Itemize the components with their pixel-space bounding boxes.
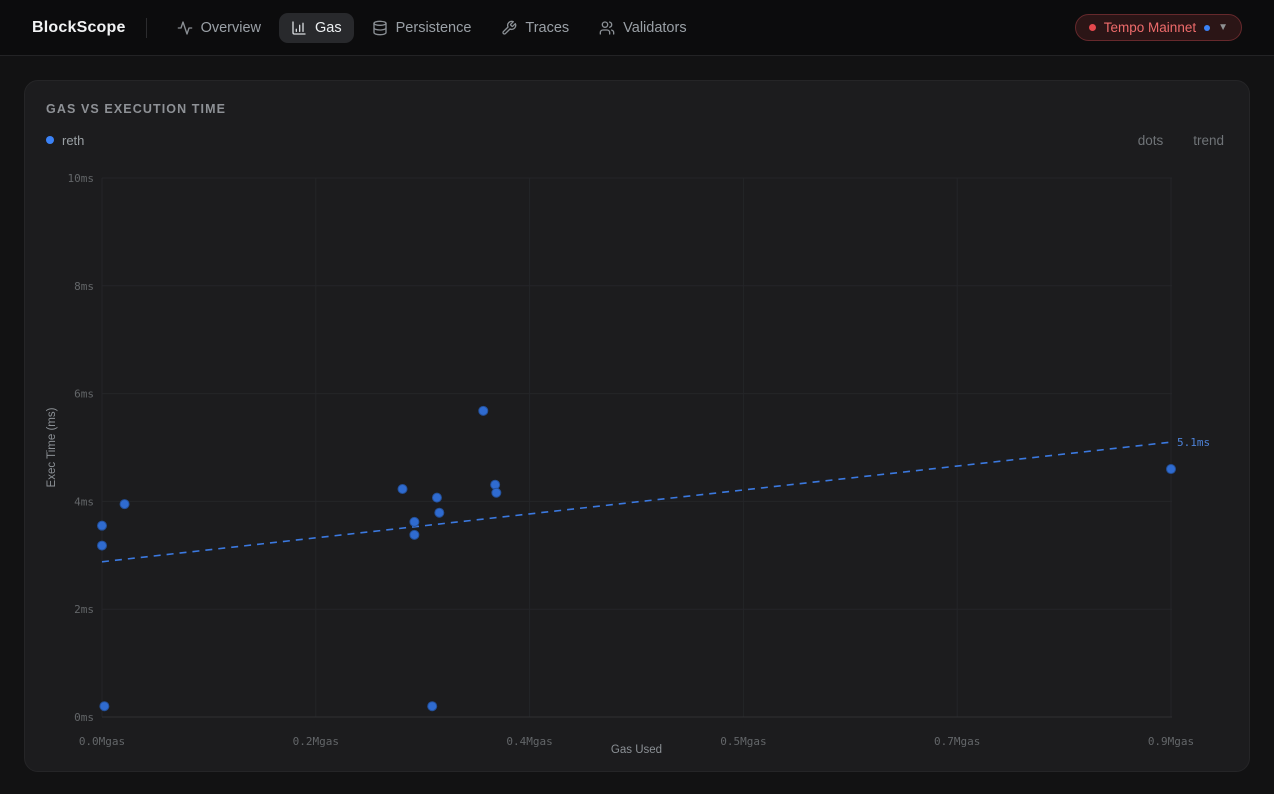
main-nav: Overview Gas Persistence Traces Validato… <box>165 12 699 43</box>
caret-down-icon: ▼ <box>1218 21 1228 33</box>
x-tick-label: 0.7Mgas <box>934 735 980 748</box>
nav-divider <box>145 17 147 38</box>
top-navbar: BlockScope Overview Gas Persistence Trac… <box>0 0 1274 56</box>
y-tick-label: 10ms <box>68 172 95 185</box>
network-name: Tempo Mainnet <box>1103 20 1197 35</box>
users-icon <box>599 20 615 36</box>
trend-value-label: 5.1ms <box>1177 436 1210 449</box>
scatter-point[interactable] <box>427 701 438 712</box>
scatter-point[interactable] <box>97 540 107 551</box>
scatter-point[interactable] <box>431 492 442 503</box>
nav-item-overview[interactable]: Overview <box>165 13 273 43</box>
x-tick-label: 0.9Mgas <box>1148 735 1194 748</box>
toggle-dots[interactable]: dots <box>1134 131 1168 150</box>
scatter-point[interactable] <box>434 507 445 518</box>
card-title: GAS VS EXECUTION TIME <box>46 102 227 116</box>
x-tick-label: 0.5Mgas <box>720 735 766 748</box>
scatter-point[interactable] <box>409 529 420 540</box>
database-icon <box>372 20 388 36</box>
y-tick-label: 8ms <box>74 280 94 293</box>
gas-vs-exec-time-card: GAS VS EXECUTION TIME reth dots trend 5.… <box>24 80 1250 772</box>
nav-item-validators[interactable]: Validators <box>587 13 698 43</box>
x-tick-label: 0.0Mgas <box>79 735 125 748</box>
y-tick-label: 4ms <box>74 495 94 508</box>
scatter-point[interactable] <box>397 484 408 495</box>
toggle-trend[interactable]: trend <box>1189 131 1228 150</box>
nav-item-label: Overview <box>200 19 262 36</box>
nav-item-label: Gas <box>315 19 342 36</box>
y-tick-label: 2ms <box>74 603 94 616</box>
nav-item-persistence[interactable]: Persistence <box>360 13 484 43</box>
scatter-point[interactable] <box>99 701 110 712</box>
legend-row: reth dots trend <box>46 130 1228 150</box>
scatter-point[interactable] <box>1166 464 1176 475</box>
nav-item-label: Persistence <box>395 19 472 36</box>
scatter-point[interactable] <box>478 405 489 416</box>
legend-label: reth <box>62 132 85 148</box>
connection-status-dot <box>1204 24 1211 31</box>
y-tick-label: 0ms <box>74 711 94 724</box>
scatter-point[interactable] <box>491 487 502 498</box>
x-tick-label: 0.4Mgas <box>506 735 552 748</box>
nav-item-traces[interactable]: Traces <box>489 13 581 43</box>
scatter-point[interactable] <box>409 516 420 527</box>
legend-item-reth: reth <box>46 133 84 148</box>
trend-line <box>101 441 1172 563</box>
x-tick-label: 0.2Mgas <box>293 735 339 748</box>
nav-item-gas[interactable]: Gas <box>279 12 354 43</box>
app-logo: BlockScope <box>32 18 126 36</box>
legend-dot-icon <box>46 136 54 144</box>
nav-item-label: Traces <box>525 19 570 36</box>
network-selector[interactable]: Tempo Mainnet ▼ <box>1074 14 1242 41</box>
activity-icon <box>177 20 193 36</box>
y-tick-label: 6ms <box>74 388 94 401</box>
scatter-point[interactable] <box>490 479 501 490</box>
scatter-point[interactable] <box>97 520 107 531</box>
nav-item-label: Validators <box>623 19 687 36</box>
scatter-point[interactable] <box>119 499 130 510</box>
y-axis-title: Exec Time (ms) <box>46 407 58 487</box>
gas-chart: 5.1ms 0ms 2ms 4ms 6ms 8ms 10ms 0.0Mgas 0.2Mgas 0.… <box>46 172 1210 756</box>
x-axis-title: Gas Used <box>611 744 662 756</box>
network-status-dot <box>1088 24 1096 31</box>
chart-view-toggles: dots trend <box>1134 131 1228 150</box>
bar-chart-icon <box>291 20 307 36</box>
wrench-icon <box>501 20 517 36</box>
